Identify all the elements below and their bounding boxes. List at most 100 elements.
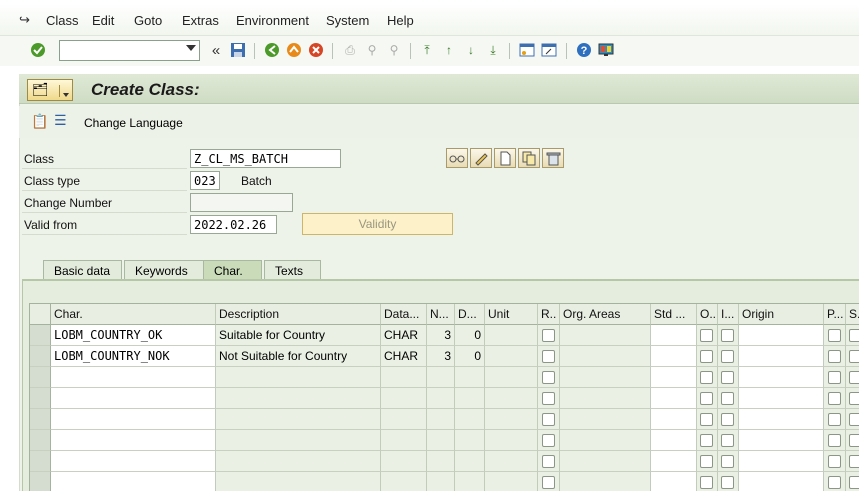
checkbox[interactable] xyxy=(721,434,734,447)
cancel-icon[interactable] xyxy=(307,41,325,59)
char-cell[interactable] xyxy=(51,367,216,388)
change-language-button[interactable]: Change Language xyxy=(84,116,183,130)
validity-button[interactable]: Validity xyxy=(302,213,453,235)
menu-environment[interactable]: Environment xyxy=(236,13,309,28)
origin-cell[interactable] xyxy=(739,367,824,388)
find-next-icon[interactable]: ⚲ xyxy=(385,41,403,59)
std-cell[interactable] xyxy=(651,472,697,491)
col-header-origin[interactable]: Origin xyxy=(739,304,824,325)
std-cell[interactable] xyxy=(651,388,697,409)
change-icon[interactable]: 📋 xyxy=(31,113,48,130)
origin-cell[interactable] xyxy=(739,346,824,367)
checkbox[interactable] xyxy=(828,371,841,384)
checkbox[interactable] xyxy=(721,476,734,489)
checkbox[interactable] xyxy=(542,392,555,405)
chevron-down-icon[interactable] xyxy=(186,45,196,51)
row-selector[interactable] xyxy=(30,472,51,491)
checkbox[interactable] xyxy=(700,371,713,384)
char-cell[interactable] xyxy=(51,472,216,491)
col-header-i[interactable]: I... xyxy=(718,304,739,325)
col-header-p[interactable]: P... xyxy=(824,304,846,325)
row-selector[interactable] xyxy=(30,367,51,388)
col-header-r[interactable]: R.. xyxy=(538,304,560,325)
checkbox[interactable] xyxy=(849,434,859,447)
origin-cell[interactable] xyxy=(739,472,824,491)
create-document-icon[interactable] xyxy=(494,148,516,168)
select-all-cell[interactable] xyxy=(30,304,51,325)
col-header-char[interactable]: Char. xyxy=(51,304,216,325)
enter-icon[interactable] xyxy=(29,41,47,59)
col-header-d[interactable]: D... xyxy=(455,304,485,325)
row-selector[interactable] xyxy=(30,451,51,472)
checkbox[interactable] xyxy=(828,350,841,363)
checkbox[interactable] xyxy=(542,434,555,447)
checkbox[interactable] xyxy=(828,476,841,489)
save-icon[interactable] xyxy=(229,41,247,59)
std-cell[interactable] xyxy=(651,409,697,430)
menu-edit[interactable]: Edit xyxy=(92,13,114,28)
char-cell[interactable] xyxy=(51,409,216,430)
back-icon[interactable] xyxy=(263,41,281,59)
col-header-s[interactable]: S... xyxy=(846,304,859,325)
std-cell[interactable] xyxy=(651,367,697,388)
col-header-unit[interactable]: Unit xyxy=(485,304,538,325)
row-selector[interactable] xyxy=(30,388,51,409)
change-number-field[interactable] xyxy=(190,193,293,212)
create-session-icon[interactable] xyxy=(518,41,536,59)
checkbox[interactable] xyxy=(721,371,734,384)
menu-help[interactable]: Help xyxy=(387,13,414,28)
col-header-o[interactable]: O.. xyxy=(697,304,718,325)
col-header-std[interactable]: Std ... xyxy=(651,304,697,325)
char-cell[interactable] xyxy=(51,430,216,451)
class-field[interactable]: Z_CL_MS_BATCH xyxy=(190,149,341,168)
checkbox[interactable] xyxy=(542,350,555,363)
std-cell[interactable] xyxy=(651,430,697,451)
checkbox[interactable] xyxy=(828,455,841,468)
row-selector[interactable] xyxy=(30,325,51,346)
origin-cell[interactable] xyxy=(739,430,824,451)
checkbox[interactable] xyxy=(828,413,841,426)
char-cell[interactable] xyxy=(51,451,216,472)
col-header-description[interactable]: Description xyxy=(216,304,381,325)
find-icon[interactable]: ⚲ xyxy=(363,41,381,59)
checkbox[interactable] xyxy=(700,413,713,426)
checkbox[interactable] xyxy=(700,455,713,468)
customize-layout-icon[interactable] xyxy=(597,41,615,59)
command-field[interactable] xyxy=(59,40,200,61)
copy-icon[interactable] xyxy=(518,148,540,168)
exit-icon[interactable] xyxy=(285,41,303,59)
checkbox[interactable] xyxy=(700,476,713,489)
checkbox[interactable] xyxy=(849,476,859,489)
checkbox[interactable] xyxy=(828,434,841,447)
tab-texts[interactable]: Texts xyxy=(264,260,321,280)
origin-cell[interactable] xyxy=(739,325,824,346)
checkbox[interactable] xyxy=(721,413,734,426)
last-page-icon[interactable]: ⤓ xyxy=(484,41,502,59)
std-cell[interactable] xyxy=(651,325,697,346)
checkbox[interactable] xyxy=(849,392,859,405)
checkbox[interactable] xyxy=(700,329,713,342)
row-selector[interactable] xyxy=(30,430,51,451)
previous-page-icon[interactable]: ↑ xyxy=(440,41,458,59)
first-page-icon[interactable]: ⤒ xyxy=(418,41,436,59)
screen-options-button[interactable]: 🗂 xyxy=(27,79,73,101)
class-type-field[interactable]: 023 xyxy=(190,171,220,190)
menu-class[interactable]: Class xyxy=(46,13,79,28)
checkbox[interactable] xyxy=(700,392,713,405)
checkbox[interactable] xyxy=(542,329,555,342)
list-icon[interactable]: ☰ xyxy=(54,112,67,129)
col-header-org-areas[interactable]: Org. Areas xyxy=(560,304,651,325)
print-icon[interactable]: ⎙ xyxy=(341,41,359,59)
menu-extras[interactable]: Extras xyxy=(182,13,219,28)
help-icon[interactable]: ? xyxy=(575,41,593,59)
checkbox[interactable] xyxy=(849,329,859,342)
pencil-icon[interactable] xyxy=(470,148,492,168)
row-selector[interactable] xyxy=(30,346,51,367)
checkbox[interactable] xyxy=(542,476,555,489)
checkbox[interactable] xyxy=(542,413,555,426)
checkbox[interactable] xyxy=(828,392,841,405)
origin-cell[interactable] xyxy=(739,409,824,430)
checkbox[interactable] xyxy=(542,371,555,384)
checkbox[interactable] xyxy=(542,455,555,468)
checkbox[interactable] xyxy=(849,413,859,426)
